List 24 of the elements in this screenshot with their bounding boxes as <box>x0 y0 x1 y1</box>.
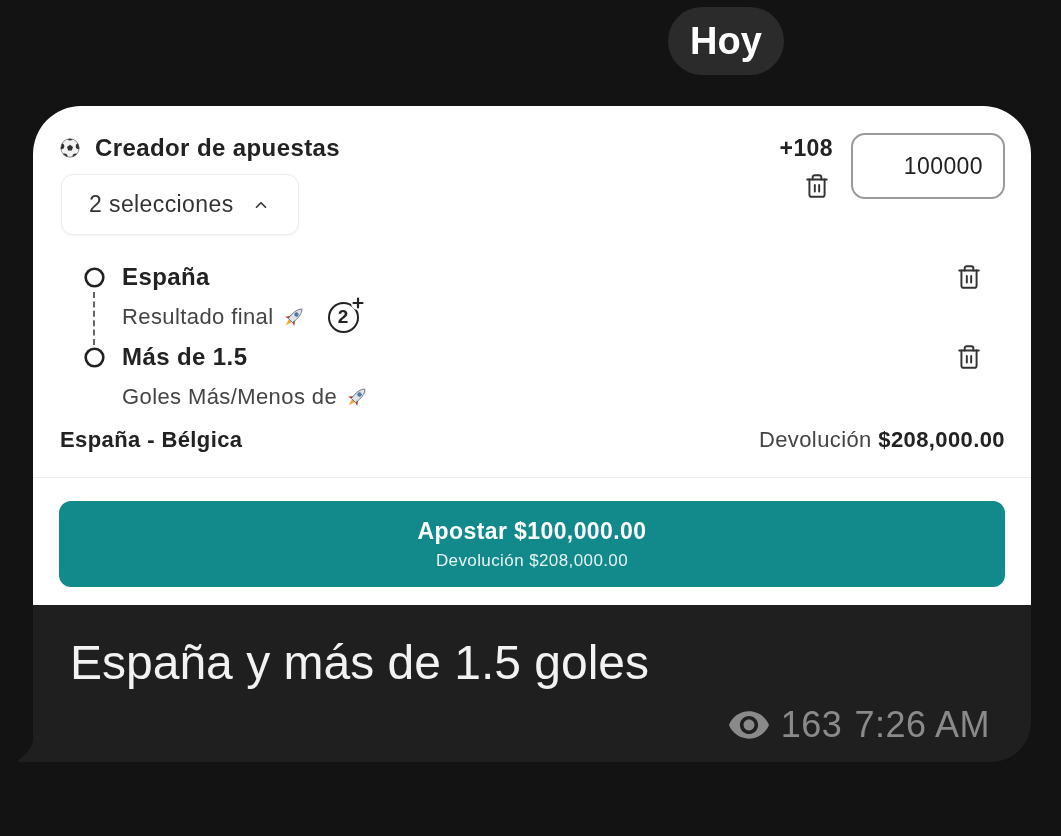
stake-input[interactable]: 100000 <box>851 133 1005 199</box>
view-count: 163 <box>780 704 843 746</box>
payout-text: Devolución $208,000.00 <box>758 427 1005 453</box>
selection-name: España <box>122 262 210 292</box>
odds-text: +108 <box>779 134 833 163</box>
dashed-connector <box>93 292 95 345</box>
plus-icon <box>350 295 365 310</box>
bet-builder-title: Creador de apuestas <box>95 134 341 162</box>
match-title: España - Bélgica <box>60 427 243 453</box>
ring-icon <box>83 347 105 368</box>
eye-icon <box>728 711 769 739</box>
selections-toggle[interactable]: 2 selecciones <box>61 174 299 235</box>
trash-icon[interactable] <box>956 264 982 290</box>
market-text: Goles Más/Menos de <box>122 383 338 411</box>
message-time: 7:26 AM <box>854 704 990 746</box>
market-text: Resultado final <box>122 303 274 331</box>
message-text: España y más de 1.5 goles <box>70 635 650 691</box>
place-bet-button[interactable]: Apostar $100,000.00 Devolución $208,000.00 <box>59 501 1005 587</box>
trash-icon[interactable] <box>956 344 982 370</box>
soccer-ball-icon <box>60 138 80 158</box>
selection-name: Más de 1.5 <box>122 342 248 372</box>
trash-icon[interactable] <box>804 173 830 199</box>
date-chip: Hoy <box>668 7 784 75</box>
ring-icon <box>83 267 105 288</box>
